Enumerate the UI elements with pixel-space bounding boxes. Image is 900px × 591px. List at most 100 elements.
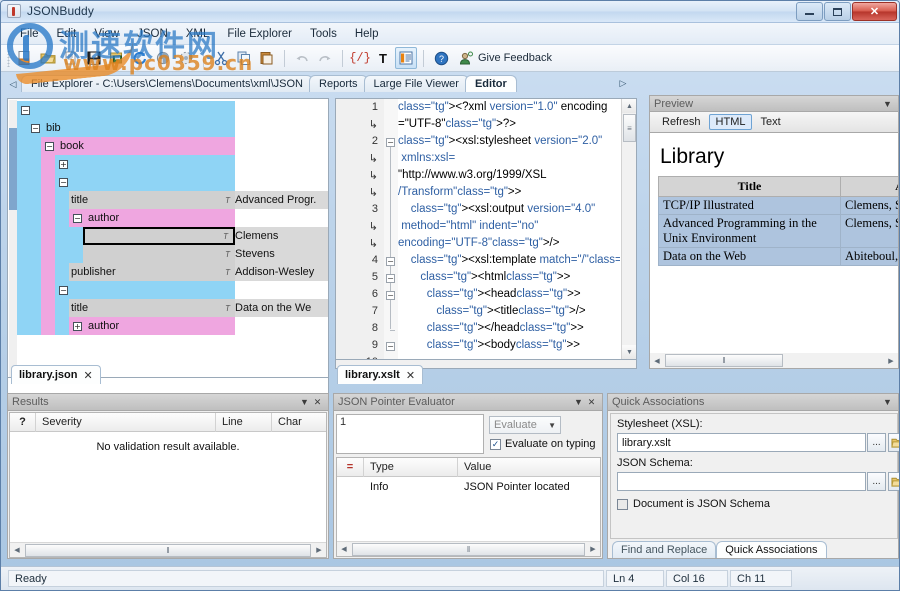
tab-reports[interactable]: Reports — [309, 75, 368, 92]
grid-value-cell[interactable] — [235, 173, 329, 191]
grid-value-cell[interactable]: Addison-Wesley — [235, 263, 329, 281]
grid-name-cell[interactable]: −book — [41, 137, 235, 155]
transform-button[interactable] — [175, 47, 197, 69]
editor-fold-toggle[interactable]: − — [386, 274, 395, 283]
results-column-line[interactable]: Line — [216, 413, 272, 432]
grid-name-cell[interactable]: − — [17, 101, 235, 119]
preview-render-area[interactable]: Library Title A TCP/IP IllustratedClemen… — [649, 132, 899, 369]
editor-code-line[interactable]: class="tg"><bodyclass="tg">> — [398, 337, 620, 354]
undo-button[interactable] — [291, 47, 313, 69]
chevron-down-icon[interactable]: ▼ — [548, 421, 556, 430]
editor-code-line[interactable]: encoding="UTF-8"class="tg">/> — [398, 235, 620, 252]
editor-folding-column[interactable]: −−−−−− — [384, 99, 398, 359]
editor-code-line[interactable]: class="tg"><titleclass="tg">/> — [398, 303, 620, 320]
document-is-schema-row[interactable]: Document is JSON Schema — [617, 498, 770, 510]
expand-toggle-icon[interactable]: + — [59, 160, 68, 169]
evaluate-on-typing-row[interactable]: ✓ Evaluate on typing — [490, 438, 596, 450]
tab-large-file-viewer[interactable]: Large File Viewer — [364, 75, 469, 92]
grid-value-cell[interactable] — [235, 155, 329, 173]
pointer-expression-editor[interactable]: 1 — [336, 414, 484, 454]
minimize-button[interactable] — [796, 2, 823, 21]
grid-name-cell[interactable]: titleT — [69, 191, 235, 209]
close-button[interactable]: ✕ — [852, 2, 897, 21]
collapse-toggle-icon[interactable]: − — [73, 214, 82, 223]
grid-name-cell[interactable]: T — [83, 227, 235, 245]
editor-code-line[interactable]: class="tg"><htmlclass="tg">> — [398, 269, 620, 286]
document-tab-library-json[interactable]: library.json ✕ — [11, 365, 101, 384]
results-column-flag[interactable]: ? — [10, 413, 36, 432]
grid-value-cell[interactable] — [235, 209, 329, 227]
stylesheet-browse-button[interactable]: ... — [867, 433, 886, 452]
results-horizontal-scrollbar[interactable]: ◀ ‖ ▶ — [10, 542, 326, 557]
grid-name-cell[interactable]: + — [55, 155, 235, 173]
new-document-button[interactable] — [14, 47, 36, 69]
grid-row[interactable]: titleTData on the We — [17, 299, 328, 317]
toolbar-grip[interactable] — [7, 50, 10, 67]
preview-horizontal-scrollbar[interactable]: ◀ ‖ ▶ — [650, 353, 898, 368]
results-list[interactable]: ? Severity Line Char No validation resul… — [9, 412, 327, 558]
pointer-hscroll-thumb[interactable]: ‖ — [352, 543, 585, 556]
collapse-toggle-icon[interactable]: − — [31, 124, 40, 133]
close-icon[interactable]: ✕ — [585, 396, 598, 409]
preview-tab-html[interactable]: HTML — [709, 114, 753, 130]
text-view-button[interactable]: T — [372, 47, 394, 69]
tab-editor[interactable]: Editor — [465, 75, 517, 92]
grid-row[interactable]: +author — [17, 317, 328, 335]
results-column-severity[interactable]: Severity — [36, 413, 216, 432]
editor-code-line[interactable]: class="tg"></headclass="tg">> — [398, 320, 620, 337]
grid-name-cell[interactable]: − — [55, 281, 235, 299]
grid-value-cell[interactable] — [235, 137, 329, 155]
scroll-left-arrow-icon[interactable]: ◀ — [337, 545, 351, 553]
chevron-down-icon[interactable]: ▼ — [298, 396, 311, 409]
editor-code-line[interactable]: class="tg"><xsl:stylesheet version="2.0" — [398, 133, 620, 150]
grid-row[interactable]: − — [17, 173, 328, 191]
table-row[interactable]: Info JSON Pointer located — [337, 477, 600, 496]
menu-help[interactable]: Help — [346, 25, 388, 43]
editor-code-line[interactable]: method="html" indent="no" — [398, 218, 620, 235]
grid-value-cell[interactable] — [235, 101, 329, 119]
grid-value-cell[interactable]: Clemens — [235, 227, 329, 245]
tab-quick-associations[interactable]: Quick Associations — [716, 541, 826, 558]
menu-json[interactable]: JSON — [128, 25, 177, 43]
menu-xml[interactable]: XML — [177, 25, 219, 43]
grid-row[interactable]: + — [17, 155, 328, 173]
paste-button[interactable] — [256, 47, 278, 69]
grid-scroll-thumb[interactable] — [9, 128, 17, 210]
editor-code-line[interactable]: class="tg"><headclass="tg">> — [398, 286, 620, 303]
chevron-down-icon[interactable]: ▼ — [881, 396, 894, 409]
open-document-button[interactable] — [60, 47, 82, 69]
cut-button[interactable] — [210, 47, 232, 69]
expand-toggle-icon[interactable]: + — [73, 322, 82, 331]
grid-name-cell[interactable]: titleT — [69, 299, 235, 317]
results-hscroll-thumb[interactable]: ‖ — [25, 544, 311, 557]
menu-tools[interactable]: Tools — [301, 25, 346, 43]
tab-scroll-left[interactable]: ◁ — [5, 76, 21, 92]
grid-value-cell[interactable]: Stevens — [235, 245, 329, 263]
editor-fold-toggle[interactable]: − — [386, 138, 395, 147]
format-braces-button[interactable]: {/} — [349, 47, 371, 69]
editor-fold-toggle[interactable]: − — [386, 257, 395, 266]
editor-code-line[interactable] — [398, 354, 620, 359]
grid-vertical-scrollbar[interactable] — [9, 100, 17, 378]
menu-file[interactable]: File — [11, 25, 48, 43]
preview-tab-text[interactable]: Text — [754, 115, 786, 129]
scroll-right-arrow-icon[interactable]: ▶ — [586, 545, 600, 553]
editor-scroll-down-button[interactable]: ▼ — [622, 345, 637, 359]
grid-name-cell[interactable]: publisherT — [69, 263, 235, 281]
grid-view-button[interactable] — [395, 47, 417, 69]
grid-name-cell[interactable]: +author — [69, 317, 235, 335]
editor-code-line[interactable]: class="tg"><xsl:output version="4.0" — [398, 201, 620, 218]
grid-row[interactable]: −bib — [17, 119, 328, 137]
chevron-down-icon[interactable]: ▼ — [881, 97, 894, 110]
grid-row[interactable]: publisherTAddison-Wesley — [17, 263, 328, 281]
grid-value-cell[interactable] — [235, 119, 329, 137]
grid-row[interactable]: TClemens — [17, 227, 328, 245]
preview-button[interactable] — [152, 47, 174, 69]
editor-vertical-scrollbar[interactable]: ▲ ≡ ▼ — [621, 99, 636, 359]
grid-name-cell[interactable]: − — [55, 173, 235, 191]
editor-code-line[interactable]: /Transform"class="tg">> — [398, 184, 620, 201]
pointer-column-value[interactable]: Value — [458, 458, 598, 477]
menu-view[interactable]: View — [85, 25, 128, 43]
stylesheet-open-button[interactable] — [888, 433, 900, 452]
redo-button[interactable] — [314, 47, 336, 69]
